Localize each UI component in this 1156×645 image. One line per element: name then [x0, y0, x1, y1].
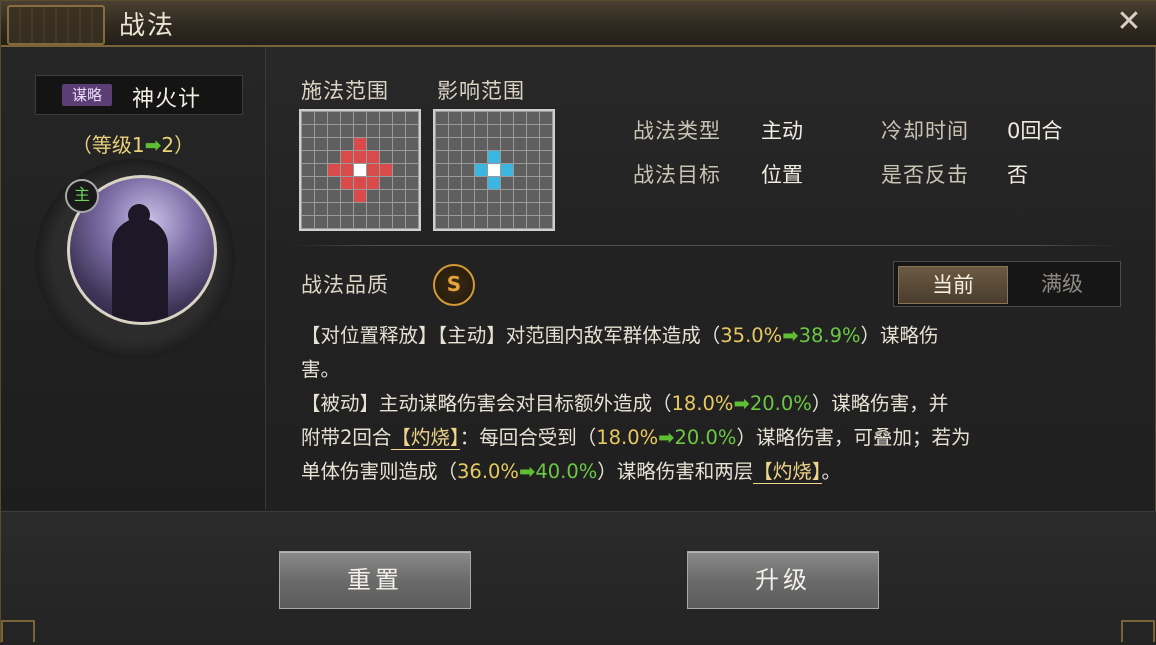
desc-text: 。: [821, 460, 842, 483]
desc-text: 附带2回合: [301, 426, 392, 449]
cast-cell: [354, 177, 366, 189]
section-divider: [291, 245, 1121, 246]
arrow-right-icon: ➡: [518, 460, 536, 483]
strategy-name-box: 谋略 神火计: [35, 75, 243, 115]
burn-status-link[interactable]: 【灼烧】: [753, 460, 822, 484]
arrow-right-icon: ➡: [733, 392, 750, 415]
level-from: 1: [131, 133, 145, 157]
reset-button[interactable]: 重置: [279, 551, 471, 609]
desc-text: 【对位置释放】【主动】对范围内敌军群体造成（: [301, 324, 721, 347]
desc-text: ）谋略伤: [860, 324, 939, 347]
target-label: 战法目标: [633, 163, 721, 187]
cast-cell: [341, 164, 353, 176]
corner-ornament-icon: [1, 620, 35, 642]
cast-cell: [354, 151, 366, 163]
value-current: 18.0%: [671, 392, 734, 415]
target-cell: [488, 164, 500, 176]
value-next: 38.9%: [798, 324, 861, 347]
desc-line: 单体伤害则造成（36.0%➡40.0%）谋略伤害和两层【灼烧】。: [301, 455, 1131, 489]
portrait-figure: [112, 218, 168, 322]
toggle-max-level[interactable]: 满级: [1008, 266, 1116, 302]
cast-cell: [341, 151, 353, 163]
level-to: 2: [161, 133, 175, 157]
effect-range-label: 影响范围: [437, 79, 525, 103]
desc-line: 害。: [301, 353, 1131, 387]
dialog-title: 战法: [119, 11, 176, 41]
effect-range-grid: [433, 109, 555, 231]
value-next: 20.0%: [749, 392, 812, 415]
close-button[interactable]: ✕: [1111, 5, 1147, 41]
arrow-right-icon: ➡: [782, 324, 799, 347]
caster-cell: [354, 164, 366, 176]
desc-text: ）谋略伤害和两层: [597, 460, 754, 483]
level-prefix: （等级: [71, 133, 132, 157]
cast-range-label: 施法范围: [301, 79, 389, 103]
toggle-current[interactable]: 当前: [898, 266, 1008, 304]
cooldown-value: 0回合: [1007, 119, 1063, 143]
title-bar: 战法 ✕: [1, 1, 1156, 47]
desc-line: 【对位置释放】【主动】对范围内敌军群体造成（35.0%➡38.9%）谋略伤: [301, 319, 1131, 353]
value-next: 40.0%: [535, 460, 598, 483]
cast-cell: [328, 164, 340, 176]
level-toggle: 当前 满级: [893, 261, 1121, 307]
desc-line: 附带2回合【灼烧】：每回合受到（18.0%➡20.0%）谋略伤害，可叠加；若为: [301, 421, 1131, 455]
value-next: 20.0%: [674, 426, 737, 449]
cast-cell: [380, 164, 392, 176]
quality-label: 战法品质: [301, 273, 389, 297]
desc-line: 【被动】主动谋略伤害会对目标额外造成（18.0%➡20.0%）谋略伤害，并: [301, 387, 1131, 421]
desc-text: 【被动】主动谋略伤害会对目标额外造成（: [301, 392, 672, 415]
burn-status-link[interactable]: 【灼烧】: [391, 426, 460, 450]
cast-cell: [367, 164, 379, 176]
upgrade-button[interactable]: 升级: [687, 551, 879, 609]
value-current: 36.0%: [457, 460, 519, 483]
main-general-badge: 主: [65, 179, 99, 213]
counter-label: 是否反击: [881, 163, 969, 187]
arrow-right-icon: ➡: [144, 133, 162, 157]
strategy-type-tag: 谋略: [62, 84, 112, 106]
cooldown-label: 冷却时间: [881, 119, 969, 143]
target-value: 位置: [761, 163, 803, 187]
bottom-bar: [1, 511, 1156, 645]
effect-cell: [488, 177, 500, 189]
strategy-dialog: 战法 ✕ 谋略 神火计 （等级1➡2） 主 施法范围 影响范围 战法类型 主动 …: [0, 0, 1156, 645]
cast-cell: [367, 151, 379, 163]
quality-grade-badge: S: [433, 264, 475, 306]
cast-cell: [354, 190, 366, 202]
desc-text: ：每回合受到（: [459, 426, 597, 449]
desc-text: ）谋略伤害，并: [811, 392, 949, 415]
cast-cell: [341, 177, 353, 189]
counter-value: 否: [1007, 163, 1028, 187]
title-ornament-icon: [7, 5, 105, 45]
value-current: 35.0%: [720, 324, 783, 347]
desc-text: 单体伤害则造成（: [301, 460, 458, 483]
effect-cell: [475, 164, 487, 176]
corner-ornament-icon: [1121, 620, 1155, 642]
desc-text: ）谋略伤害，可叠加；若为: [736, 426, 971, 449]
cast-cell: [367, 177, 379, 189]
strategy-name: 神火计: [132, 87, 202, 112]
cast-range-grid: [299, 109, 421, 231]
desc-text: 害。: [301, 358, 341, 381]
arrow-right-icon: ➡: [658, 426, 675, 449]
type-value: 主动: [761, 119, 803, 143]
effect-cell: [501, 164, 513, 176]
effect-cell: [488, 151, 500, 163]
value-current: 18.0%: [596, 426, 659, 449]
type-label: 战法类型: [633, 119, 721, 143]
level-suffix: ）: [174, 133, 195, 157]
cast-cell: [354, 138, 366, 150]
level-indicator: （等级1➡2）: [1, 129, 265, 158]
strategy-description: 【对位置释放】【主动】对范围内敌军群体造成（35.0%➡38.9%）谋略伤 害。…: [301, 319, 1131, 489]
